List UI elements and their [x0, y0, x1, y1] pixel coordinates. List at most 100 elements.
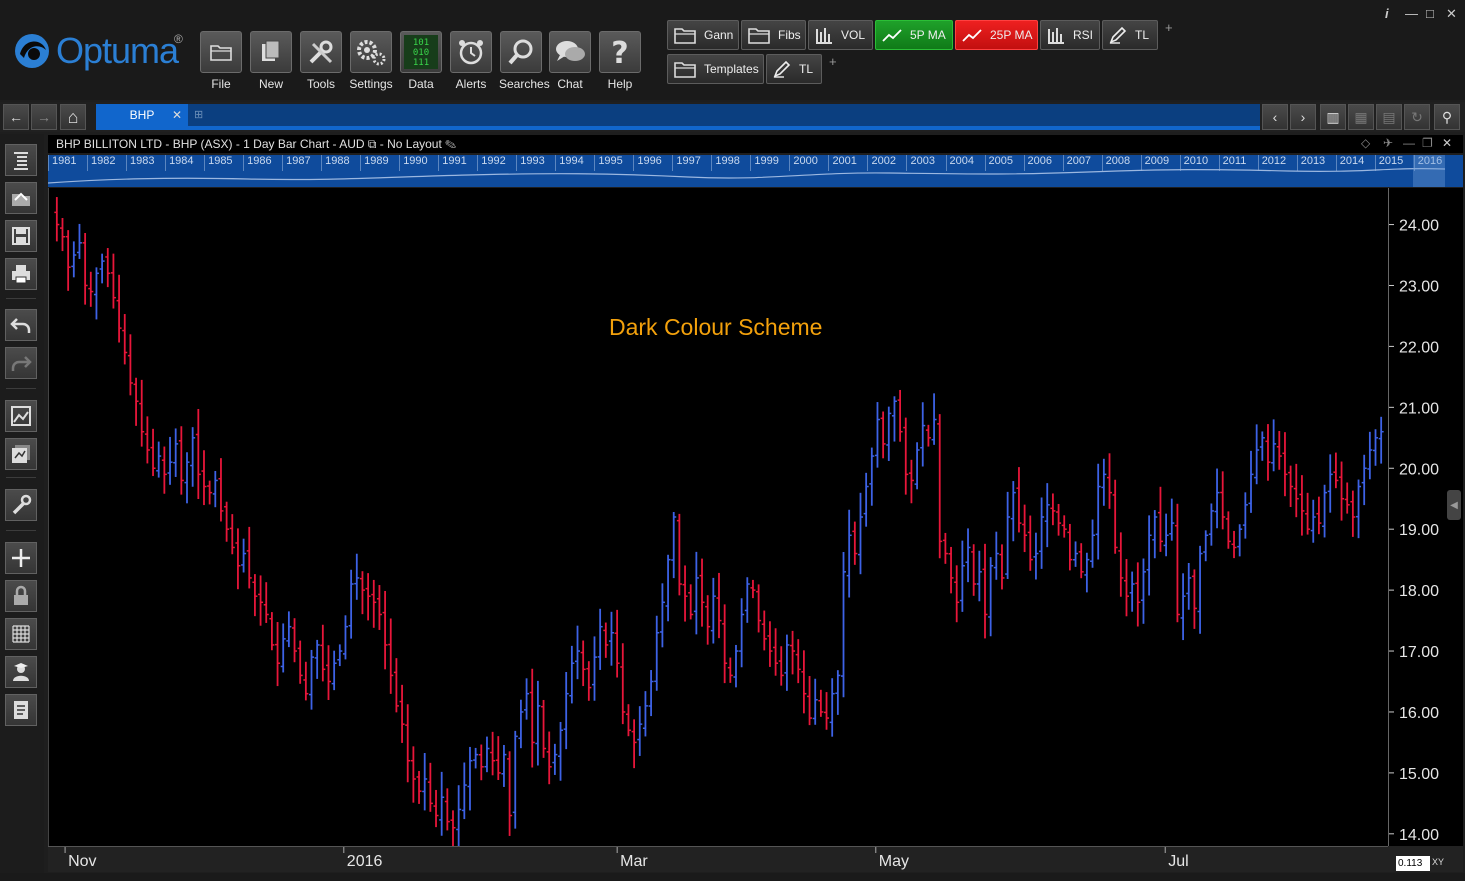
quick-25p-ma-button[interactable]: 25P MA — [955, 20, 1038, 50]
ohlc-bar[interactable] — [150, 428, 156, 477]
quick-vol-button[interactable]: VOL — [808, 20, 873, 50]
ohlc-bar[interactable] — [767, 621, 773, 667]
ohlc-bar[interactable] — [65, 230, 71, 291]
ohlc-bar[interactable] — [1293, 463, 1299, 518]
ohlc-bar[interactable] — [263, 582, 269, 623]
ohlc-bar[interactable] — [1050, 493, 1056, 526]
left-tool-user-button[interactable] — [5, 656, 37, 688]
ohlc-bar[interactable] — [1305, 492, 1311, 535]
ohlc-bar[interactable] — [422, 752, 428, 811]
ohlc-bar[interactable] — [473, 747, 479, 769]
ohlc-bar[interactable] — [127, 334, 133, 396]
ohlc-bar[interactable] — [671, 512, 677, 579]
coordinate-mode[interactable]: XY — [1432, 857, 1444, 867]
ohlc-bar[interactable] — [292, 618, 298, 663]
ohlc-bar[interactable] — [591, 636, 597, 701]
ohlc-bar[interactable] — [886, 406, 892, 461]
time-axis[interactable]: Nov 2016 Mar May Jul — [48, 846, 1388, 872]
ohlc-bar[interactable] — [1129, 571, 1135, 612]
ohlc-bar[interactable] — [1282, 432, 1288, 497]
scroll-tabs-right-button[interactable]: › — [1290, 104, 1316, 130]
ohlc-bar[interactable] — [931, 393, 937, 445]
ohlc-bar[interactable] — [682, 565, 688, 622]
ohlc-bar[interactable] — [518, 699, 524, 749]
ohlc-bar[interactable] — [807, 676, 813, 726]
ohlc-bar[interactable] — [1101, 458, 1107, 506]
ohlc-bar[interactable] — [891, 396, 897, 442]
ohlc-bar[interactable] — [393, 658, 399, 713]
left-tool-notes-button[interactable] — [5, 694, 37, 726]
ohlc-bar[interactable] — [410, 746, 416, 803]
ohlc-bar[interactable] — [790, 630, 796, 675]
ohlc-bar[interactable] — [1373, 429, 1379, 466]
toolbar-searches-button[interactable]: Searches — [499, 31, 550, 93]
ohlc-bar[interactable] — [297, 640, 303, 684]
ohlc-bar[interactable] — [320, 624, 326, 682]
ohlc-bar[interactable] — [144, 416, 150, 464]
left-tool-grid-button[interactable] — [5, 618, 37, 650]
quick-templates-button[interactable]: Templates — [667, 54, 764, 84]
ohlc-bar[interactable] — [688, 584, 694, 620]
ohlc-bar[interactable] — [1005, 491, 1011, 579]
layout-link-icon[interactable]: ⧉ - — [368, 137, 387, 151]
ohlc-bar[interactable] — [999, 544, 1005, 590]
ohlc-bar[interactable] — [1095, 463, 1101, 560]
ohlc-bar[interactable] — [739, 598, 745, 668]
left-tool-redo-button[interactable] — [5, 347, 37, 379]
ohlc-bar[interactable] — [597, 608, 603, 670]
ohlc-bar[interactable] — [59, 217, 65, 252]
ohlc-bar[interactable] — [541, 699, 547, 758]
ohlc-bar[interactable] — [1248, 450, 1254, 513]
maximize-button[interactable]: □ — [1426, 6, 1434, 21]
pin-icon[interactable]: ✈ — [1383, 136, 1393, 150]
add-quick-button-1[interactable]: + — [1165, 20, 1173, 35]
ohlc-bar[interactable] — [1265, 424, 1271, 481]
ohlc-bar-chart[interactable] — [49, 188, 1389, 849]
ohlc-bar[interactable] — [156, 441, 162, 478]
close-button[interactable]: ✕ — [1446, 6, 1457, 22]
ohlc-bar[interactable] — [620, 643, 626, 725]
ohlc-bar[interactable] — [456, 785, 462, 848]
ohlc-bar[interactable] — [167, 436, 173, 485]
left-tool-lock-button[interactable] — [5, 580, 37, 612]
ohlc-bar[interactable] — [512, 730, 518, 829]
ohlc-bar[interactable] — [139, 379, 145, 447]
ohlc-bar[interactable] — [988, 557, 994, 637]
ohlc-bar[interactable] — [1010, 481, 1016, 542]
forward-button[interactable]: → — [31, 104, 57, 130]
ohlc-bar[interactable] — [359, 571, 365, 615]
quick-rsi-button[interactable]: RSI — [1040, 20, 1100, 50]
ohlc-bar[interactable] — [1174, 503, 1180, 623]
ohlc-bar[interactable] — [1078, 543, 1084, 579]
ohlc-bar[interactable] — [580, 640, 586, 687]
ohlc-bar[interactable] — [467, 746, 473, 811]
ohlc-bar[interactable] — [829, 678, 835, 737]
ohlc-bar[interactable] — [1197, 545, 1203, 634]
ohlc-bar[interactable] — [99, 253, 105, 284]
ohlc-bar[interactable] — [818, 689, 824, 717]
quick-fibs-button[interactable]: Fibs — [741, 20, 806, 50]
search-button[interactable]: ⚲ — [1434, 104, 1460, 130]
ohlc-bar[interactable] — [1339, 461, 1345, 521]
ohlc-bar[interactable] — [1361, 454, 1367, 506]
ohlc-bar[interactable] — [1310, 499, 1316, 543]
ohlc-bar[interactable] — [235, 528, 241, 590]
left-tool-export-button[interactable] — [5, 438, 37, 470]
ohlc-bar[interactable] — [948, 546, 954, 594]
ohlc-bar[interactable] — [207, 480, 213, 505]
ohlc-bar[interactable] — [852, 521, 858, 565]
refresh-button[interactable]: ↻ — [1404, 104, 1430, 130]
ohlc-bar[interactable] — [563, 671, 569, 750]
ohlc-bar[interactable] — [773, 628, 779, 676]
ohlc-bar[interactable] — [959, 540, 965, 612]
quick-tl-button[interactable]: TL — [1102, 20, 1158, 50]
ohlc-bar[interactable] — [405, 704, 411, 783]
ohlc-bar[interactable] — [558, 721, 564, 781]
ohlc-bar[interactable] — [812, 678, 818, 725]
ohlc-bar[interactable] — [1027, 515, 1033, 571]
ohlc-bar[interactable] — [1203, 530, 1209, 562]
ohlc-bar[interactable] — [1225, 511, 1231, 549]
ohlc-bar[interactable] — [388, 618, 394, 694]
chart-close-icon[interactable]: ✕ — [1442, 136, 1452, 150]
ohlc-bar[interactable] — [76, 223, 82, 259]
